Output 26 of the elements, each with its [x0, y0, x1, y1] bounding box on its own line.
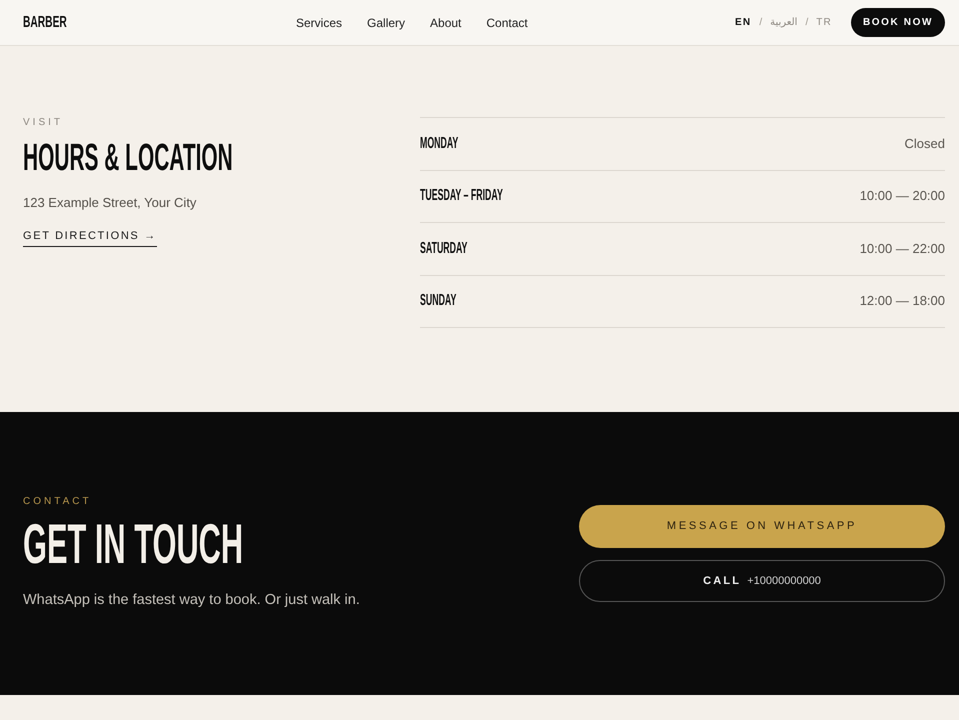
whatsapp-button[interactable]: MESSAGE ON WHATSAPP — [579, 505, 945, 548]
language-option[interactable]: EN — [735, 16, 752, 28]
section-title: HOURS & LOCATION — [23, 139, 233, 177]
logo-text[interactable]: BARBER — [23, 14, 67, 32]
opening-time: 10:00 — 22:00 — [860, 240, 945, 258]
section-eyebrow: CONTACT — [23, 496, 92, 508]
directions-link[interactable]: GET DIRECTIONS → — [23, 229, 157, 247]
opening-time: 12:00 — 18:00 — [860, 292, 945, 310]
language-separator: / — [759, 16, 762, 28]
opening-time: Closed — [904, 134, 945, 153]
contact-description: WhatsApp is the fastest way to book. Or just walk in. — [23, 591, 360, 610]
section-title: GET IN TOUCH — [23, 516, 244, 572]
day-label: TUESDAY – FRIDAY — [420, 187, 503, 206]
section-eyebrow: VISIT — [23, 117, 64, 129]
nav-link[interactable]: Contact — [486, 14, 528, 30]
address-text: 123 Example Street, Your City — [23, 194, 196, 212]
nav-link[interactable]: Gallery — [367, 14, 406, 30]
language-separator: / — [805, 16, 808, 28]
book-now-button[interactable]: BOOK NOW — [850, 8, 945, 37]
opening-time: 10:00 — 20:00 — [860, 187, 945, 206]
day-label: SATURDAY — [420, 240, 468, 258]
call-button[interactable]: CALL +10000000000 — [579, 560, 945, 602]
day-label: SUNDAY — [420, 292, 456, 310]
nav-link[interactable]: Services — [296, 14, 342, 30]
nav-link[interactable]: About — [430, 14, 462, 30]
day-label: MONDAY — [420, 134, 458, 153]
